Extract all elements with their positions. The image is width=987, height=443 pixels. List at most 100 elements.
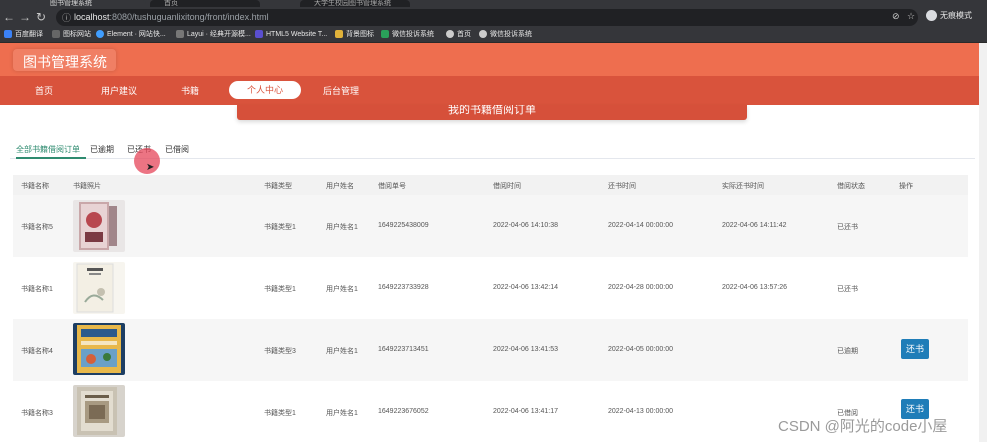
tab-all-orders[interactable]: 全部书籍借阅订单 — [16, 144, 80, 155]
bookmark-label: Element · 网站快... — [107, 31, 166, 38]
due-time: 2022-04-05 00:00:00 — [608, 346, 673, 353]
mouse-cursor-icon: ➤ — [146, 162, 155, 173]
browser-tab[interactable]: 首页 — [150, 0, 260, 7]
book-cover-image — [79, 202, 117, 250]
globe-icon — [446, 30, 454, 39]
watermark: CSDN @阿光的code小屋 — [778, 418, 948, 435]
table-row: 书籍名称5 书籍类型1 用户姓名1 1649225438009 2022-04-… — [13, 195, 968, 257]
bookmark-item[interactable]: 图标网站 — [52, 30, 91, 40]
borrow-time: 2022-04-06 14:10:38 — [493, 222, 558, 229]
book-photo — [73, 385, 125, 437]
column-header: 用户姓名 — [326, 183, 354, 190]
bookmark-label: 首页 — [457, 31, 471, 38]
site-header: 图书管理系统 — [0, 43, 987, 76]
column-header: 操作 — [899, 183, 913, 190]
bookmark-item[interactable]: 首页 — [446, 30, 471, 40]
nav-books[interactable]: 书籍 — [181, 84, 199, 97]
nav-suggestions[interactable]: 用户建议 — [101, 84, 137, 97]
bookmark-item[interactable]: Layui · 经典开源模... — [176, 30, 251, 40]
address-toolbar: ← → ↻ ⓘ localhost:8080/tushuguanlixitong… — [0, 7, 987, 28]
actual-return-time: 2022-04-06 14:11:42 — [722, 222, 787, 229]
table-row: 书籍名称1 书籍类型1 用户姓名1 1649223733928 2022-04-… — [13, 257, 968, 319]
column-header: 书籍类型 — [264, 183, 292, 190]
element-icon — [96, 30, 104, 39]
bookmark-item[interactable]: 微信投诉系统 — [479, 30, 532, 40]
column-header: 还书时间 — [608, 183, 636, 190]
forward-icon[interactable]: → — [18, 10, 32, 24]
info-icon[interactable]: ⓘ — [62, 11, 71, 24]
column-header: 借阅状态 — [837, 183, 865, 190]
tab-overdue[interactable]: 已逾期 — [90, 144, 114, 155]
column-header: 借阅单号 — [378, 183, 406, 190]
book-cover-image — [76, 263, 114, 313]
borrow-time: 2022-04-06 13:41:17 — [493, 408, 558, 415]
incognito-label: 无痕模式 — [940, 11, 972, 20]
book-type: 书籍类型1 — [264, 224, 296, 231]
status-badge: 已逾期 — [837, 348, 858, 355]
url-text: localhost:8080/tushuguanlixitong/front/i… — [74, 12, 269, 22]
browser-tab[interactable]: 图书管理系统 — [36, 0, 146, 7]
order-number: 1649225438009 — [378, 222, 429, 229]
site-logo[interactable]: 图书管理系统 — [13, 49, 116, 71]
bookmarks-bar: 百度翻译 图标网站 Element · 网站快... Layui · 经典开源模… — [0, 28, 987, 43]
return-book-button[interactable]: 还书 — [901, 339, 929, 359]
hide-icon[interactable]: ⊘ — [892, 11, 900, 22]
star-icon[interactable]: ☆ — [907, 11, 915, 22]
bookmark-label: 百度翻译 — [15, 31, 43, 38]
main-nav: 首页 用户建议 书籍 个人中心 后台管理 — [0, 76, 987, 105]
bookmark-item[interactable]: Element · 网站快... — [96, 30, 166, 40]
bookmark-label: Layui · 经典开源模... — [187, 31, 251, 38]
bookmark-label: 背景图标 — [346, 31, 374, 38]
url-path: :8080/tushuguanlixitong/front/index.html — [109, 12, 269, 22]
bookmark-item[interactable]: 背景图标 — [335, 30, 374, 40]
address-bar[interactable]: ⓘ localhost:8080/tushuguanlixitong/front… — [56, 9, 918, 26]
icon-site-icon — [52, 30, 60, 39]
incognito-indicator[interactable]: 无痕模式 — [926, 10, 972, 22]
order-number: 1649223676052 — [378, 408, 429, 415]
due-time: 2022-04-14 00:00:00 — [608, 222, 673, 229]
column-header: 实际还书时间 — [722, 183, 764, 190]
page-scrollbar[interactable] — [979, 43, 987, 442]
browser-tab[interactable]: 大学生校园图书管理系统 — [300, 0, 410, 7]
table-header: 书籍名称 书籍照片 书籍类型 用户姓名 借阅单号 借阅时间 还书时间 实际还书时… — [13, 175, 968, 195]
reload-icon[interactable]: ↻ — [34, 10, 48, 24]
layui-icon — [176, 30, 184, 39]
table-row: 书籍名称4 书籍类型3 用户姓名1 1649223713451 2022-04-… — [13, 319, 968, 381]
back-icon[interactable]: ← — [2, 10, 16, 24]
user-name: 用户姓名1 — [326, 348, 358, 355]
book-name: 书籍名称3 — [21, 410, 53, 417]
active-tab-indicator — [16, 157, 86, 159]
book-photo — [73, 323, 125, 375]
nav-admin[interactable]: 后台管理 — [323, 84, 359, 97]
incognito-icon — [926, 10, 937, 22]
book-type: 书籍类型1 — [264, 286, 296, 293]
user-name: 用户姓名1 — [326, 286, 358, 293]
nav-personal-center[interactable]: 个人中心 — [229, 81, 301, 99]
nav-home[interactable]: 首页 — [35, 84, 53, 97]
bookmark-label: HTML5 Website T... — [266, 31, 328, 38]
translate-icon — [4, 30, 12, 39]
bookmark-item[interactable]: 微信投诉系统 — [381, 30, 434, 40]
bookmark-label: 微信投诉系统 — [490, 31, 532, 38]
status-badge: 已还书 — [837, 224, 858, 231]
bookmark-item[interactable]: 百度翻译 — [4, 30, 43, 40]
bookmark-label: 微信投诉系统 — [392, 31, 434, 38]
column-header: 书籍照片 — [73, 183, 101, 190]
user-name: 用户姓名1 — [326, 410, 358, 417]
book-type: 书籍类型1 — [264, 410, 296, 417]
column-header: 借阅时间 — [493, 183, 521, 190]
book-type: 书籍类型3 — [264, 348, 296, 355]
book-name: 书籍名称5 — [21, 224, 53, 231]
browser-tab-strip: 图书管理系统 首页 大学生校园图书管理系统 — [0, 0, 987, 7]
tab-borrowed[interactable]: 已借阅 — [165, 144, 189, 155]
book-photo — [73, 200, 125, 252]
bookmark-label: 图标网站 — [63, 31, 91, 38]
book-photo — [73, 262, 125, 314]
borrow-time: 2022-04-06 13:41:53 — [493, 346, 558, 353]
globe-icon — [479, 30, 487, 39]
folder-icon — [335, 30, 343, 39]
user-name: 用户姓名1 — [326, 224, 358, 231]
book-cover-image — [77, 325, 121, 373]
bookmark-item[interactable]: HTML5 Website T... — [255, 30, 327, 40]
site-title: 图书管理系统 — [23, 54, 107, 70]
